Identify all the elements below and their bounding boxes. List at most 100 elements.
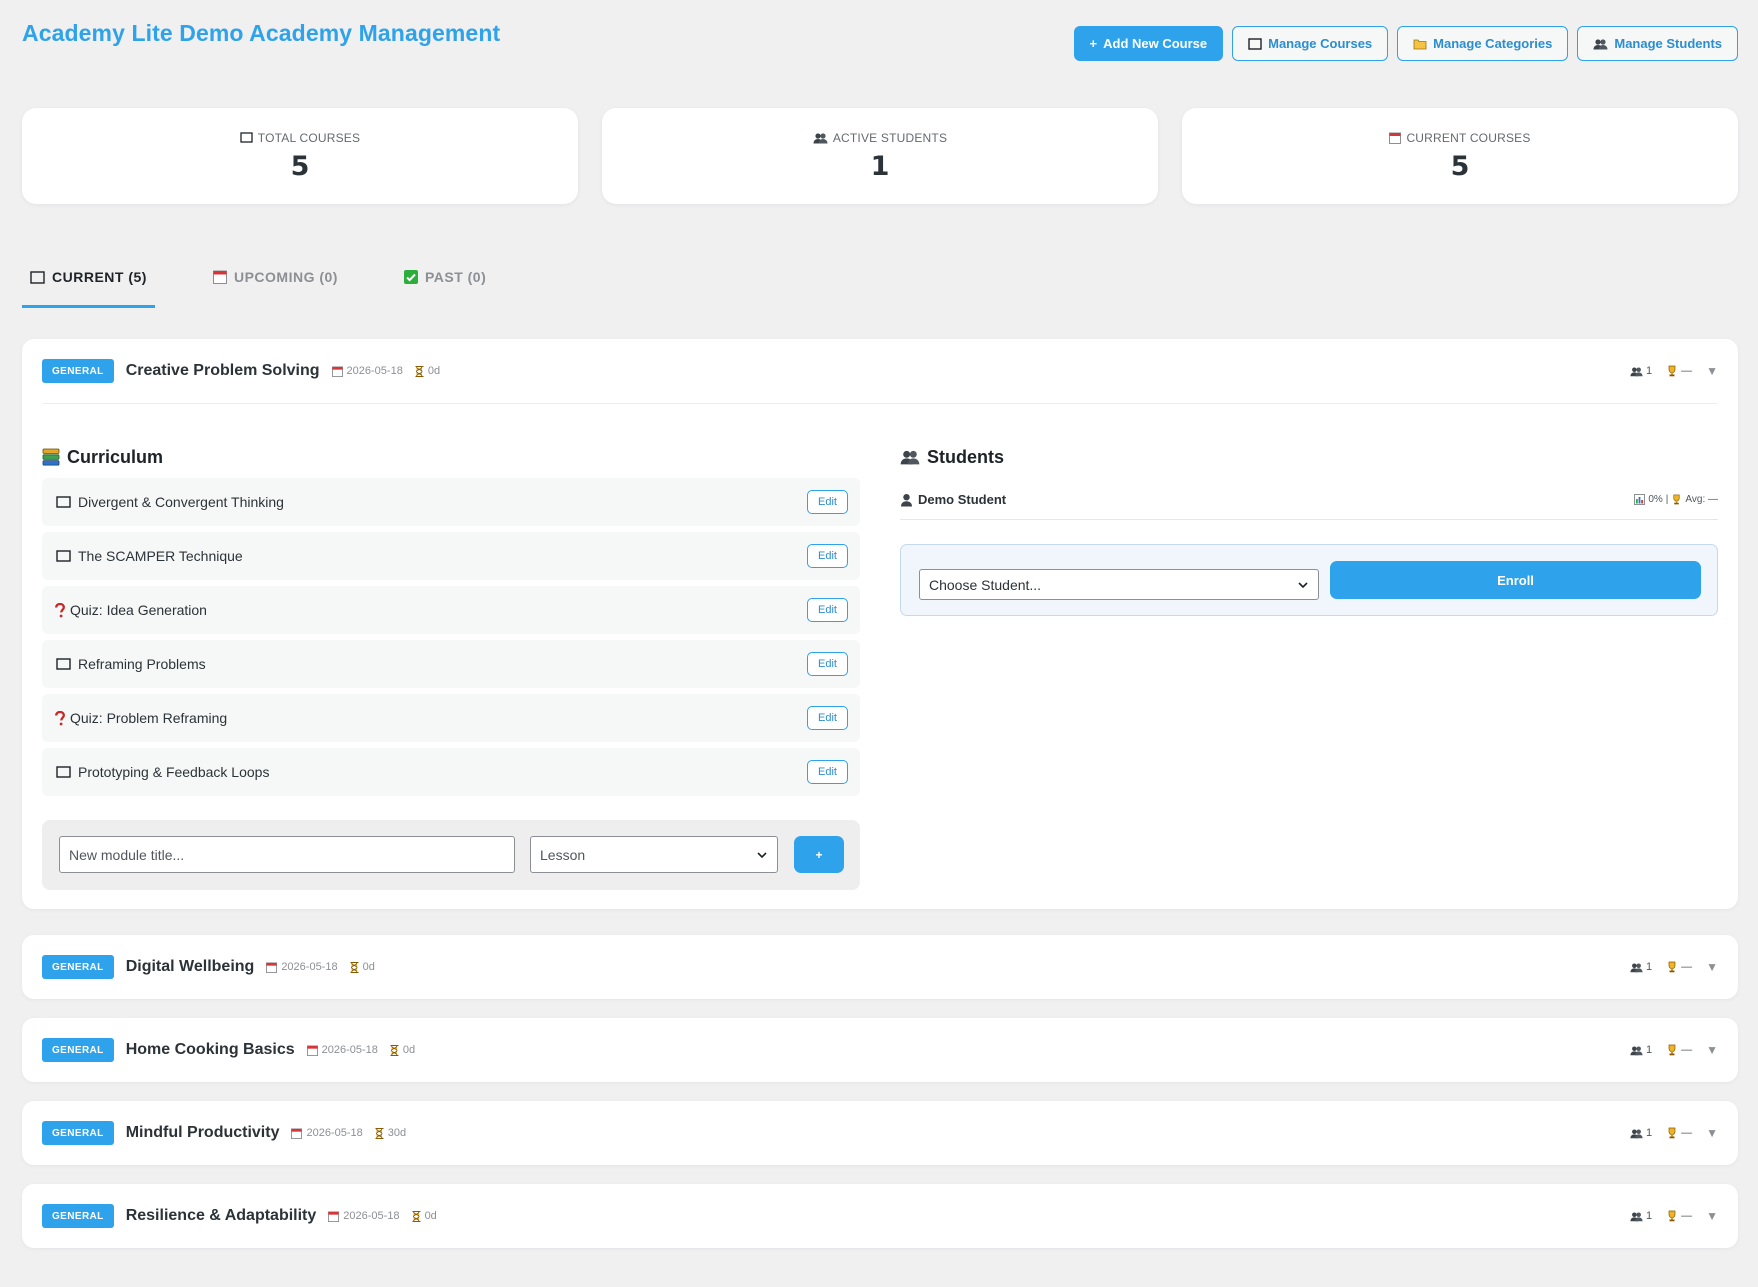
trophy-icon — [1668, 1127, 1676, 1139]
course-title: Mindful Productivity — [125, 1124, 280, 1141]
course-header[interactable]: GENERAL Mindful Productivity 2026-05-18 … — [22, 1101, 1738, 1165]
duration-text: 30d — [387, 1127, 407, 1139]
enroll-button[interactable]: Enroll — [1330, 561, 1701, 599]
course-card: GENERAL Home Cooking Basics 2026-05-18 0… — [22, 1018, 1738, 1082]
question-icon — [54, 710, 66, 726]
category-badge: GENERAL — [42, 955, 114, 979]
student-count-text: 1 — [1645, 1210, 1653, 1222]
add-course-button[interactable]: + Add New Course — [1073, 26, 1224, 61]
student-count-text: 1 — [1645, 961, 1653, 973]
chevron-down-icon — [1298, 582, 1308, 589]
students-icon — [1630, 367, 1643, 376]
stat-current-courses: Current Courses 5 — [1182, 108, 1738, 204]
course-score: — — [1666, 1210, 1692, 1222]
course-score: — — [1666, 1127, 1692, 1139]
curriculum-section: Curriculum Divergent & Convergent Thinki… — [42, 442, 860, 890]
course-card: GENERAL Mindful Productivity 2026-05-18 … — [22, 1101, 1738, 1165]
students-title-text: Students — [927, 446, 1005, 467]
expand-chevron-icon[interactable]: ▼ — [1706, 1043, 1718, 1057]
duration-text: 0d — [427, 365, 441, 377]
edit-module-button[interactable]: Edit — [807, 490, 848, 514]
manage-students-label: Manage Students — [1614, 36, 1722, 51]
student-stats: 0% | Avg: — — [1634, 494, 1718, 505]
course-duration: 0d — [415, 365, 440, 377]
course-summary: 1 — ▼ — [1630, 339, 1718, 403]
course-card: GENERAL Resilience & Adaptability 2026-0… — [22, 1184, 1738, 1248]
module-type-select[interactable]: Lesson — [530, 836, 778, 873]
module-item[interactable]: The SCAMPER Technique Edit — [42, 532, 860, 580]
students-icon — [813, 132, 828, 143]
course-score: — — [1666, 365, 1692, 377]
lesson-icon — [54, 550, 72, 562]
course-duration: 0d — [350, 961, 375, 973]
separator: | — [1665, 494, 1669, 505]
hourglass-icon — [415, 365, 424, 377]
tab-past[interactable]: PAST (0) — [396, 262, 494, 308]
course-header[interactable]: GENERAL Home Cooking Basics 2026-05-18 0… — [22, 1018, 1738, 1082]
edit-module-button[interactable]: Edit — [807, 760, 848, 784]
student-row[interactable]: Demo Student 0% | Avg: — — [900, 480, 1718, 520]
course-header[interactable]: GENERAL Resilience & Adaptability 2026-0… — [22, 1184, 1738, 1248]
students-icon — [1630, 1129, 1643, 1138]
manage-students-button[interactable]: Manage Students — [1577, 26, 1738, 61]
stats-row: Total Courses 5 Active Students 1 Curren… — [22, 108, 1738, 204]
module-title: Quiz: Idea Generation — [70, 602, 207, 618]
course-header[interactable]: GENERAL Digital Wellbeing 2026-05-18 0d … — [22, 935, 1738, 999]
student-count-text: 1 — [1645, 1044, 1653, 1056]
manage-courses-button[interactable]: Manage Courses — [1232, 26, 1389, 61]
check-icon — [403, 270, 418, 284]
choose-student-select[interactable]: Choose Student... — [919, 569, 1319, 600]
input-placeholder: New module title... — [69, 846, 185, 863]
date-text: 2026-05-18 — [343, 1210, 400, 1222]
stat-label: Active Students — [813, 131, 947, 145]
header-actions: + Add New Course Manage Courses Manage C… — [1073, 26, 1738, 61]
tab-current[interactable]: CURRENT (5) — [22, 262, 155, 308]
module-item[interactable]: Quiz: Idea Generation Edit — [42, 586, 860, 634]
expand-chevron-icon[interactable]: ▼ — [1706, 1209, 1718, 1223]
student-count: 1 — [1630, 1210, 1652, 1222]
course-header[interactable]: GENERAL Creative Problem Solving 2026-05… — [22, 339, 1738, 403]
curriculum-title: Curriculum — [42, 442, 860, 472]
new-module-title-input[interactable]: New module title... — [59, 836, 515, 873]
expand-chevron-icon[interactable]: ▼ — [1706, 960, 1718, 974]
category-badge: GENERAL — [42, 359, 114, 383]
student-count: 1 — [1630, 961, 1652, 973]
course-duration: 0d — [390, 1044, 415, 1056]
module-item[interactable]: Quiz: Problem Reframing Edit — [42, 694, 860, 742]
course-card: GENERAL Digital Wellbeing 2026-05-18 0d … — [22, 935, 1738, 999]
page: Academy Lite Demo Academy Management + A… — [22, 0, 1738, 1248]
edit-module-button[interactable]: Edit — [807, 706, 848, 730]
student-count-text: 1 — [1645, 1127, 1653, 1139]
stat-value: 5 — [1450, 150, 1470, 182]
hourglass-icon — [390, 1044, 399, 1056]
module-item[interactable]: Divergent & Convergent Thinking Edit — [42, 478, 860, 526]
stat-label-text: Total Courses — [257, 130, 361, 145]
calendar-icon — [1389, 132, 1402, 144]
course-title: Home Cooking Basics — [125, 1041, 295, 1058]
trophy-icon — [1668, 961, 1676, 973]
collapse-chevron-icon[interactable]: ▼ — [1706, 364, 1718, 378]
module-item[interactable]: Reframing Problems Edit — [42, 640, 860, 688]
module-title: Reframing Problems — [78, 656, 206, 672]
tab-upcoming[interactable]: UPCOMING (0) — [205, 262, 346, 308]
select-placeholder: Choose Student... — [929, 576, 1042, 593]
duration-text: 0d — [362, 961, 375, 973]
add-module-button[interactable]: + — [794, 836, 844, 873]
expand-chevron-icon[interactable]: ▼ — [1706, 1126, 1718, 1140]
date-text: 2026-05-18 — [321, 1044, 378, 1056]
edit-module-button[interactable]: Edit — [807, 544, 848, 568]
module-item[interactable]: Prototyping & Feedback Loops Edit — [42, 748, 860, 796]
book-icon — [30, 271, 45, 284]
trophy-icon — [1668, 365, 1676, 377]
manage-categories-button[interactable]: Manage Categories — [1397, 26, 1569, 61]
students-title: Students — [900, 442, 1718, 472]
course-score: — — [1666, 961, 1692, 973]
student-progress: 0% — [1648, 494, 1663, 505]
trophy-icon — [1668, 1044, 1676, 1056]
question-icon — [54, 602, 66, 618]
student-count: 1 — [1630, 365, 1652, 377]
stat-label-text: Current Courses — [1406, 130, 1531, 145]
edit-module-button[interactable]: Edit — [807, 598, 848, 622]
stat-value: 1 — [870, 150, 890, 182]
edit-module-button[interactable]: Edit — [807, 652, 848, 676]
